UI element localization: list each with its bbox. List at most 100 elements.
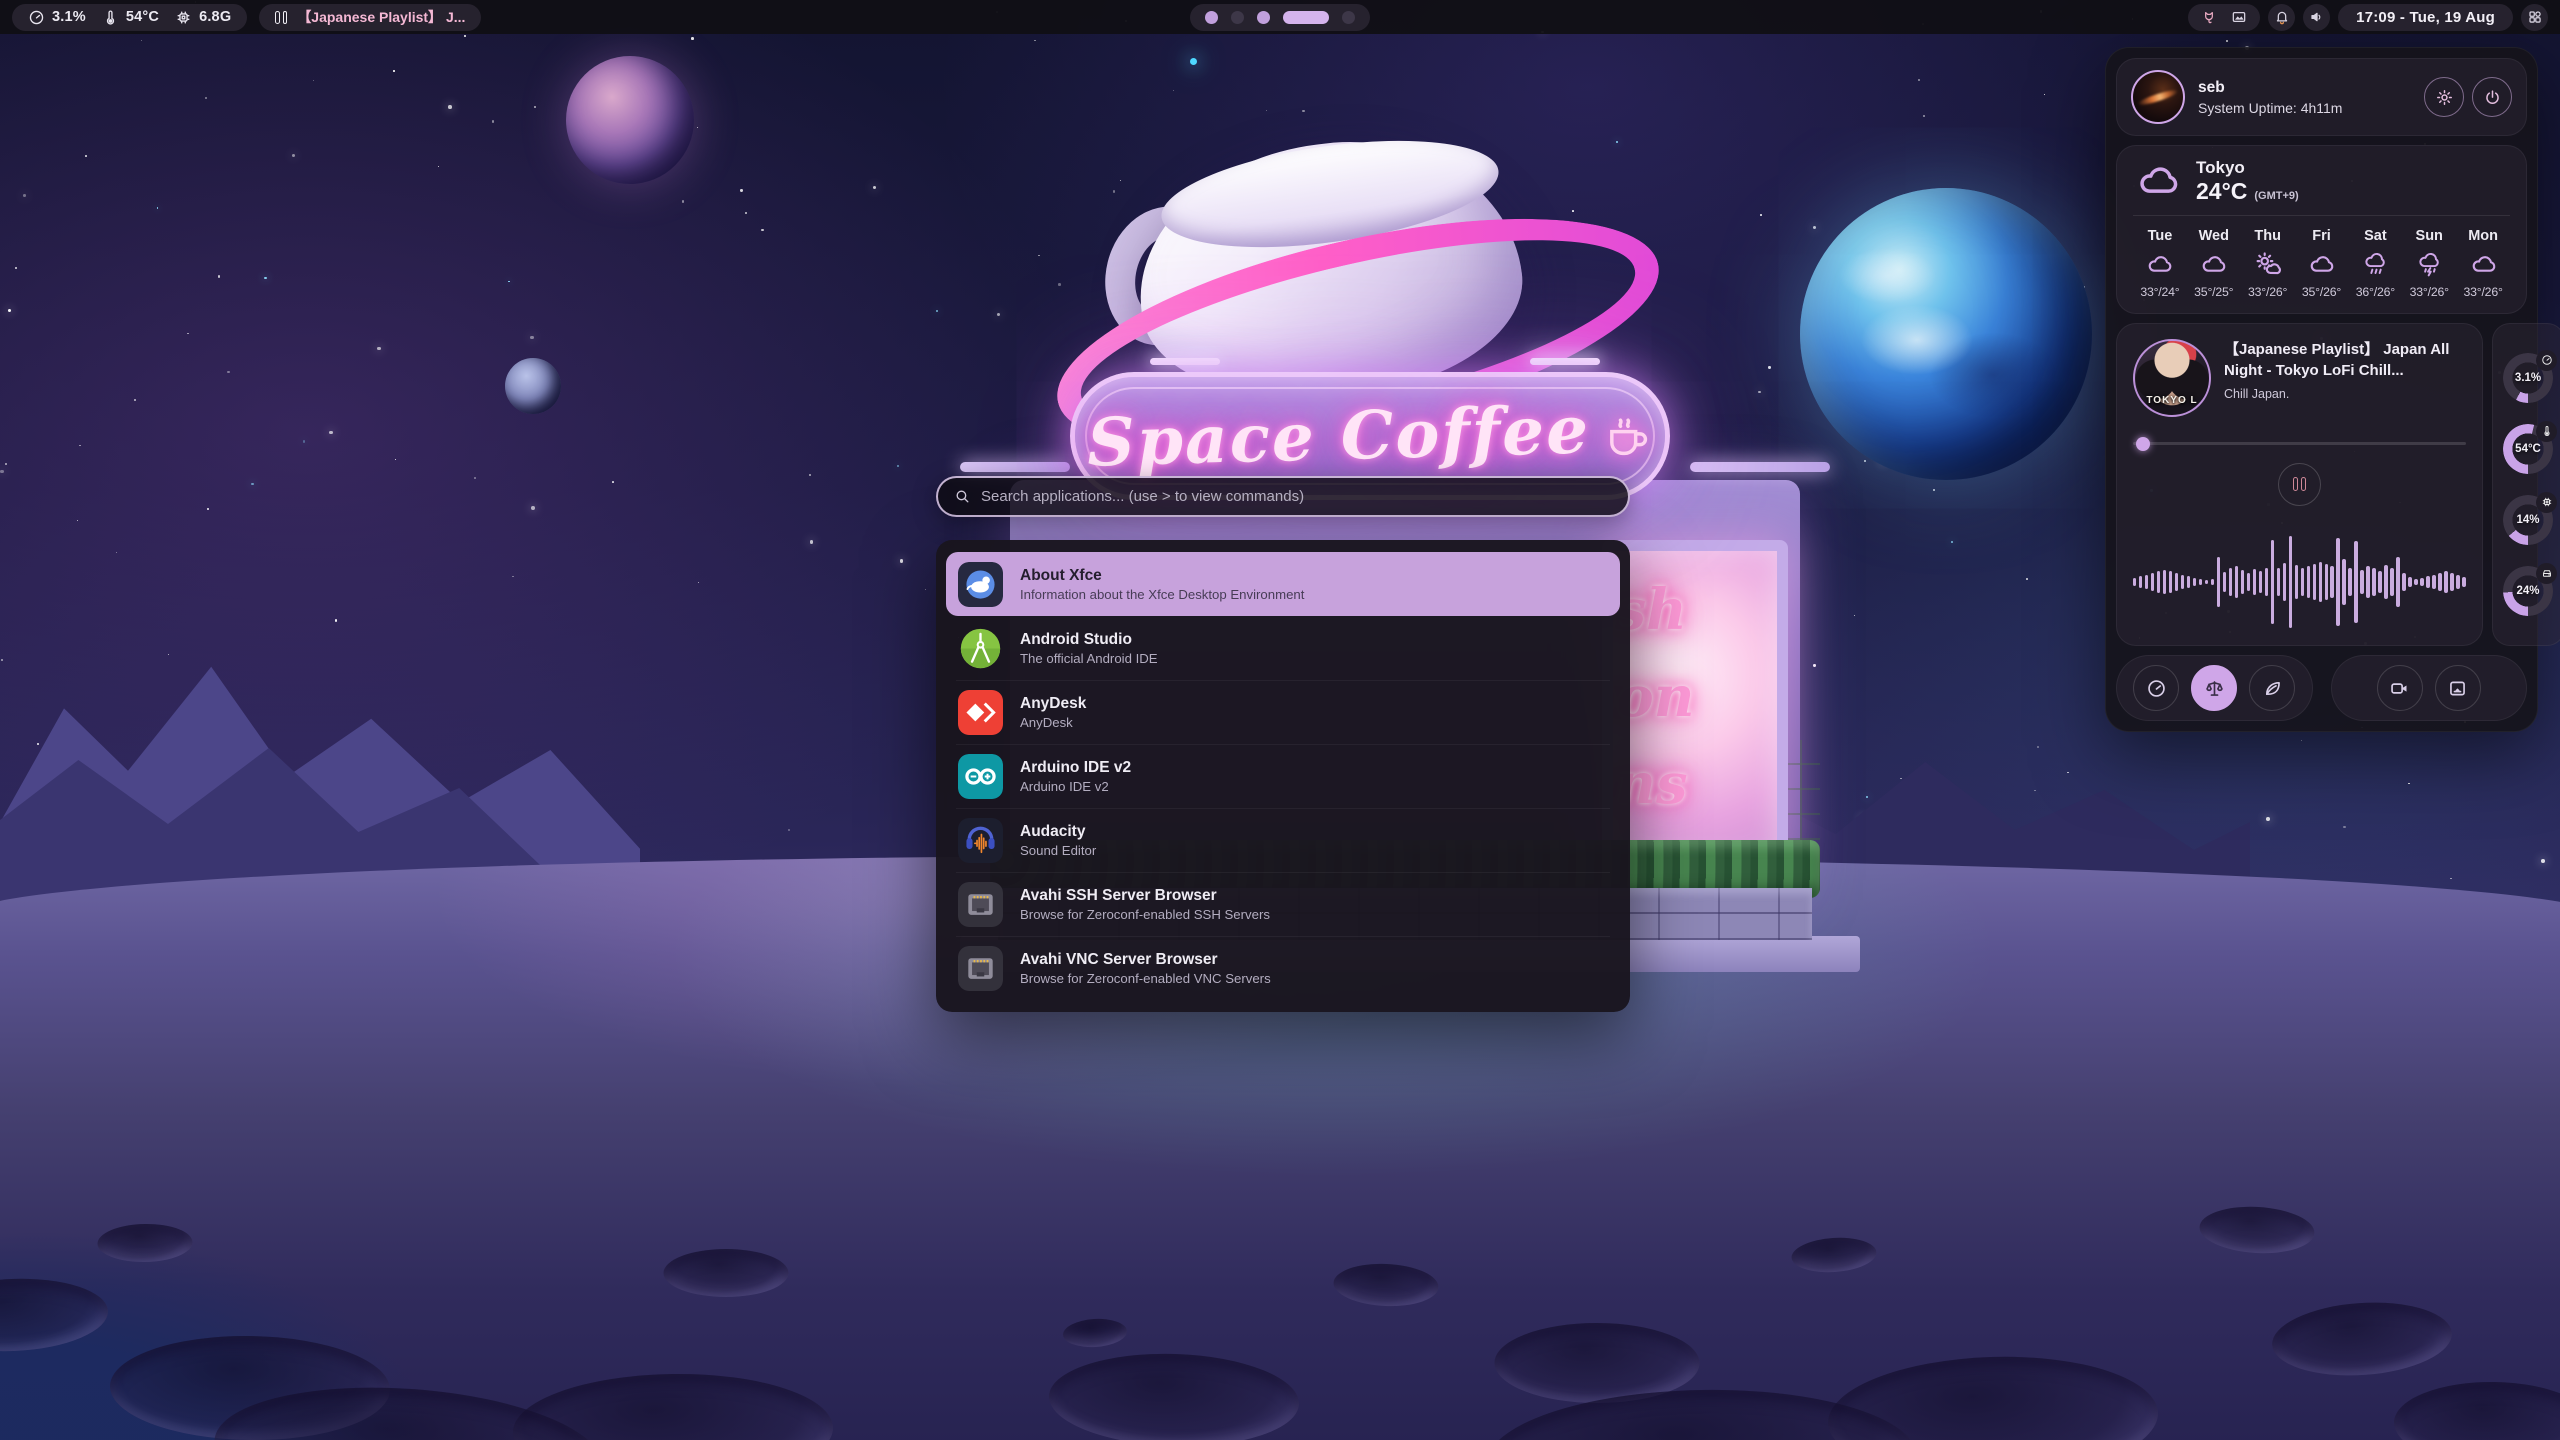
- forecast-day: Fri 35°/26°: [2295, 228, 2349, 299]
- android-studio-app-icon: [958, 626, 1003, 671]
- system-stats-pill: 3.1% 54°C 6.8G: [12, 4, 247, 31]
- screenshot-icon: [2447, 678, 2468, 699]
- overview-grid-button[interactable]: [2521, 4, 2548, 31]
- forecast-day: Wed 35°/25°: [2187, 228, 2241, 299]
- weather-temperature: 24°C: [2196, 178, 2247, 205]
- thermometer-icon: [102, 9, 119, 26]
- cloud-icon: [2308, 251, 2335, 278]
- track-artist: Chill Japan.: [2224, 387, 2466, 401]
- avatar: [2131, 70, 2185, 124]
- rain-icon: [2362, 251, 2389, 278]
- tray-icon-group: [2188, 4, 2260, 31]
- top-panel: 3.1% 54°C 6.8G 【Japanese Playlist】 J... …: [0, 0, 2560, 34]
- widgets-sidebar: seb System Uptime: 4h11m Tokyo 24°C (GMT…: [2105, 47, 2538, 732]
- system-tray: 17:09 - Tue, 19 Aug: [2188, 4, 2548, 31]
- album-art: TOKYO L: [2133, 339, 2211, 417]
- workspace-dot[interactable]: [1342, 11, 1355, 24]
- app-name: Android Studio: [1020, 630, 1158, 649]
- screen-record-button[interactable]: [2377, 665, 2423, 711]
- capture-group: [2331, 655, 2528, 721]
- power-mode-performance-button[interactable]: [2133, 665, 2179, 711]
- cloud-icon: [2146, 251, 2173, 278]
- search-input[interactable]: [981, 488, 1612, 505]
- power-mode-power-saver-button[interactable]: [2249, 665, 2295, 711]
- arduino-app-icon: [958, 754, 1003, 799]
- app-list-item[interactable]: Avahi SSH Server Browser Browse for Zero…: [946, 872, 1620, 936]
- app-name: About Xfce: [1020, 566, 1304, 585]
- avahi-app-icon: [958, 946, 1003, 991]
- app-description: AnyDesk: [1020, 715, 1086, 730]
- weather-forecast: Tue 33°/24° Wed 35°/25° Thu 33°/26° Fri …: [2133, 228, 2510, 299]
- workspace-dot[interactable]: [1205, 11, 1218, 24]
- app-description: Browse for Zeroconf-enabled VNC Servers: [1020, 971, 1271, 986]
- power-mode-balanced-button[interactable]: [2191, 665, 2237, 711]
- system-gauge: 14%: [2503, 495, 2553, 545]
- workspace-dot[interactable]: [1283, 11, 1329, 24]
- gauge-icon: [2146, 678, 2167, 699]
- forecast-day: Tue 33°/24°: [2133, 228, 2187, 299]
- system-uptime: System Uptime: 4h11m: [2198, 100, 2424, 116]
- system-stat: 6.8G: [175, 9, 231, 26]
- power-mode-group: [2116, 655, 2313, 721]
- audacity-app-icon: [958, 818, 1003, 863]
- bell-icon: [2274, 9, 2290, 25]
- forecast-day: Mon 33°/26°: [2456, 228, 2510, 299]
- small-moon: [505, 358, 561, 414]
- chip-icon: [175, 9, 192, 26]
- cat-icon[interactable]: [2201, 9, 2217, 25]
- seek-knob[interactable]: [2136, 437, 2150, 451]
- app-name: Avahi VNC Server Browser: [1020, 950, 1271, 969]
- app-name: AnyDesk: [1020, 694, 1086, 713]
- system-gauges-card: 3.1% 54°C 14% 24%: [2492, 323, 2560, 646]
- tray-bell-button[interactable]: [2268, 4, 2295, 31]
- app-launcher: About Xfce Information about the Xfce De…: [936, 476, 1630, 1012]
- gear-icon: [2435, 88, 2454, 107]
- app-description: Arduino IDE v2: [1020, 779, 1131, 794]
- app-description: Information about the Xfce Desktop Envir…: [1020, 587, 1304, 602]
- forecast-day: Thu 33°/26°: [2241, 228, 2295, 299]
- launcher-search-bar[interactable]: [936, 476, 1630, 517]
- pause-icon: [275, 11, 287, 24]
- weather-timezone: (GMT+9): [2254, 190, 2298, 202]
- workspace-dot[interactable]: [1257, 11, 1270, 24]
- app-list-item[interactable]: Audacity Sound Editor: [946, 808, 1620, 872]
- image-icon[interactable]: [2231, 9, 2247, 25]
- album-art-text: TOKYO L: [2135, 395, 2209, 406]
- user-name: seb: [2198, 79, 2424, 97]
- weather-card: Tokyo 24°C (GMT+9) Tue 33°/24° Wed 35°/2…: [2116, 145, 2527, 314]
- screenshot-button[interactable]: [2435, 665, 2481, 711]
- system-stat: 3.1%: [28, 9, 86, 26]
- avahi-app-icon: [958, 882, 1003, 927]
- scales-icon: [2204, 678, 2225, 699]
- coffee-cup-icon: [1601, 410, 1653, 462]
- app-list-item[interactable]: AnyDesk AnyDesk: [946, 680, 1620, 744]
- sign-text: Space Coffee: [1087, 390, 1592, 481]
- seek-bar[interactable]: [2133, 437, 2466, 451]
- app-list-item[interactable]: About Xfce Information about the Xfce De…: [946, 552, 1620, 616]
- app-description: Browse for Zeroconf-enabled SSH Servers: [1020, 907, 1270, 922]
- user-card: seb System Uptime: 4h11m: [2116, 58, 2527, 136]
- tray-speaker-button[interactable]: [2303, 4, 2330, 31]
- app-list-item[interactable]: Android Studio The official Android IDE: [946, 616, 1620, 680]
- app-list-item[interactable]: Avahi VNC Server Browser Browse for Zero…: [946, 936, 1620, 1000]
- now-playing-label: 【Japanese Playlist】 J...: [297, 7, 465, 27]
- now-playing-pill[interactable]: 【Japanese Playlist】 J...: [259, 4, 481, 31]
- cloud-icon: [2133, 159, 2183, 203]
- clock[interactable]: 17:09 - Tue, 19 Aug: [2338, 4, 2513, 31]
- pause-button[interactable]: [2278, 463, 2321, 506]
- leaf-icon: [2262, 678, 2283, 699]
- cloud-icon: [2470, 251, 2497, 278]
- app-list-item[interactable]: Arduino IDE v2 Arduino IDE v2: [946, 744, 1620, 808]
- workspace-dot[interactable]: [1231, 11, 1244, 24]
- anydesk-app-icon: [958, 690, 1003, 735]
- speaker-icon: [2309, 9, 2325, 25]
- power-button[interactable]: [2472, 77, 2512, 117]
- partly-sunny-icon: [2254, 251, 2281, 278]
- audio-waveform: [2133, 534, 2466, 630]
- launcher-results: About Xfce Information about the Xfce De…: [936, 540, 1630, 1012]
- settings-button[interactable]: [2424, 77, 2464, 117]
- track-title: 【Japanese Playlist】 Japan All Night - To…: [2224, 339, 2466, 381]
- workspace-switcher: [1190, 4, 1370, 31]
- app-name: Arduino IDE v2: [1020, 758, 1131, 777]
- gauge-icon: [28, 9, 45, 26]
